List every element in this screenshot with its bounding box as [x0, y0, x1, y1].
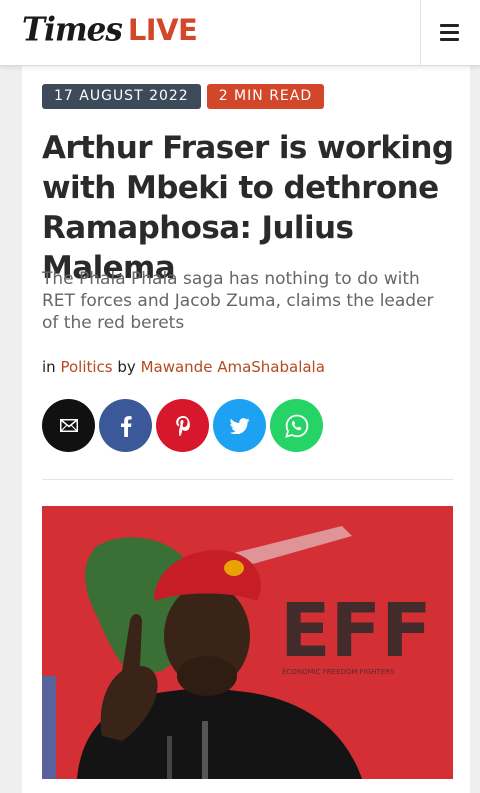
email-share-button[interactable] — [42, 399, 95, 452]
logo-times-text: Times — [22, 11, 123, 49]
hero-photo-illustration: EFF ECONOMIC FREEDOM FIGHTERS — [42, 506, 453, 779]
facebook-share-button[interactable] — [99, 399, 152, 452]
read-time-badge: 2 MIN READ — [206, 84, 325, 109]
hamburger-menu-icon[interactable] — [440, 17, 476, 47]
logo-live-text: LIVE — [127, 13, 198, 47]
site-logo[interactable]: Times LIVE — [22, 10, 198, 50]
date-badge: 17 AUGUST 2022 — [42, 84, 201, 109]
facebook-icon — [120, 415, 132, 437]
pinterest-share-button[interactable] — [156, 399, 209, 452]
backdrop-eff-text: EFF — [280, 588, 432, 674]
article-card: 17 AUGUST 2022 2 MIN READ Arthur Fraser … — [22, 66, 470, 793]
hero-image[interactable]: EFF ECONOMIC FREEDOM FIGHTERS — [42, 506, 453, 779]
divider-line — [42, 479, 453, 480]
article-subtitle: The Phala Phala saga has nothing to do w… — [42, 269, 434, 333]
article-meta-badges: 17 AUGUST 2022 2 MIN READ — [42, 84, 325, 109]
pinterest-icon — [175, 415, 190, 436]
site-header: Times LIVE — [0, 0, 480, 66]
byline-by-text: by — [117, 358, 136, 376]
backdrop-eff-caption: ECONOMIC FREEDOM FIGHTERS — [282, 668, 395, 676]
article-byline: in Politics by Mawande AmaShabalala — [42, 358, 325, 376]
byline-in-text: in — [42, 358, 56, 376]
twitter-icon — [229, 417, 249, 434]
share-buttons — [42, 399, 323, 452]
whatsapp-share-button[interactable] — [270, 399, 323, 452]
whatsapp-icon — [284, 414, 308, 438]
email-icon — [59, 419, 78, 432]
article-title: Arthur Fraser is working with Mbeki to d… — [42, 130, 454, 286]
twitter-share-button[interactable] — [213, 399, 266, 452]
author-link[interactable]: Mawande AmaShabalala — [141, 358, 325, 376]
category-link[interactable]: Politics — [60, 358, 112, 376]
header-divider — [420, 0, 421, 66]
